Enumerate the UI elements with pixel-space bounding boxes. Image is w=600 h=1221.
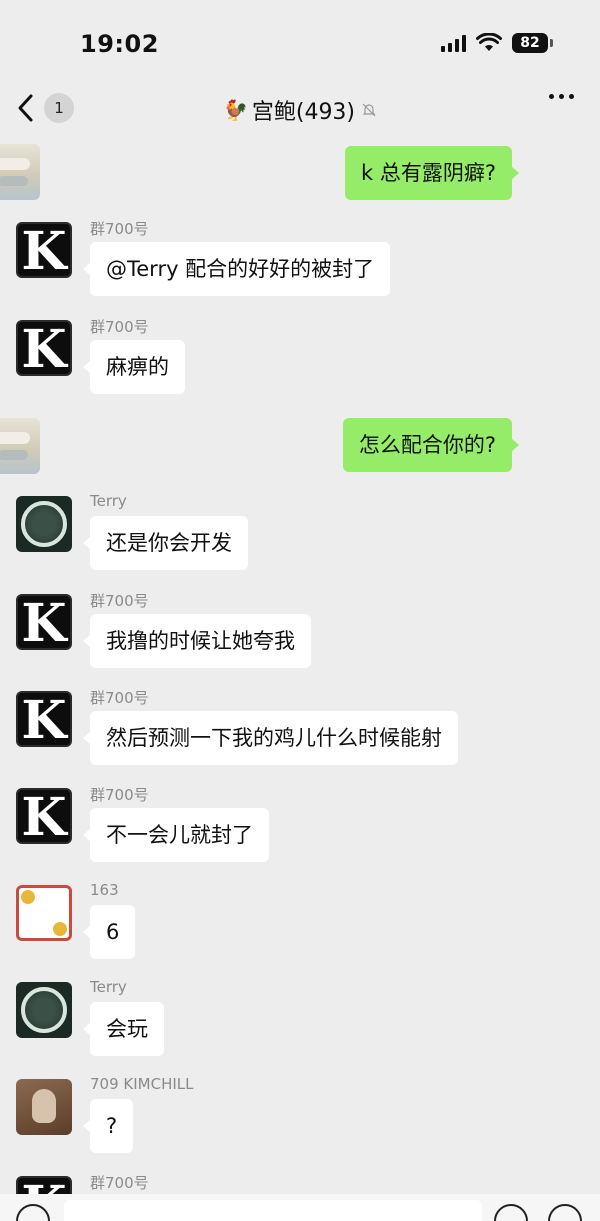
avatar-image [21,501,67,547]
sender-name: 群700号 [90,220,149,238]
avatar[interactable]: K [16,1176,72,1194]
message-bubble[interactable]: 还是你会开发 [83,516,248,570]
message-row: 709 KIMCHILL ? [0,1075,600,1153]
sender-name: 709 KIMCHILL [90,1075,194,1093]
sender-name: Terry [90,492,127,510]
status-bar: 19:02 82 [0,0,600,82]
avatar[interactable]: K [16,222,72,278]
wifi-icon [476,33,502,51]
message-list[interactable]: k 总有露阴癖? K 群700号 @Terry 配合的好好的被封了 K 群700… [0,134,600,1194]
sender-name: 群700号 [90,318,149,336]
avatar[interactable]: K [16,691,72,747]
chat-title-text: 宫鲍(493) [251,100,356,125]
message-bubble[interactable]: 然后预测一下我的鸡儿什么时候能射 [83,711,458,765]
input-bar [0,1194,600,1221]
message-row: 163 6 [0,881,600,959]
avatar[interactable]: K [16,594,72,650]
voice-input-icon[interactable] [16,1204,50,1221]
message-bubble[interactable]: k 总有露阴癖? [345,146,519,200]
message-row: k 总有露阴癖? [0,142,600,200]
status-icons: 82 [441,33,553,53]
message-bubble[interactable]: @Terry 配合的好好的被封了 [82,242,391,296]
message-bubble[interactable]: 会玩 [83,1002,164,1056]
message-bubble[interactable]: 6 [82,905,136,959]
sender-name: 163 [90,881,119,899]
avatar[interactable] [0,418,40,474]
sender-name: 群700号 [90,592,149,610]
avatar[interactable] [16,1079,72,1135]
mute-bell-icon [362,103,376,117]
message-bubble[interactable]: 我撸的时候让她夸我 [83,614,311,668]
avatar[interactable]: K [16,788,72,844]
battery-icon: 82 [512,33,553,53]
message-bubble[interactable]: 不一会儿就封了 [83,808,269,862]
more-dot-icon [559,94,564,99]
plus-icon[interactable] [548,1204,582,1221]
avatar[interactable]: K [16,320,72,376]
message-input[interactable] [64,1200,482,1221]
message-bubble[interactable]: 麻痹的 [83,340,185,394]
avatar[interactable] [16,885,72,941]
more-dot-icon [549,94,554,99]
sender-name: 群700号 [90,1174,149,1192]
cellular-signal-icon [441,34,466,52]
message-bubble[interactable]: ? [82,1099,134,1153]
sender-name: 群700号 [90,786,149,804]
avatar-image [21,987,67,1033]
sender-name: Terry [90,978,127,996]
sender-name: 群700号 [90,689,149,707]
avatar[interactable] [16,982,72,1038]
avatar[interactable] [0,144,40,200]
message-row: 怎么配合你的? [0,416,600,474]
chat-title: 🐓 宫鲍(493) [0,94,600,126]
chat-nav-bar: 1 🐓 宫鲍(493) [0,82,600,134]
message-bubble[interactable]: 怎么配合你的? [342,418,520,472]
avatar[interactable] [16,496,72,552]
more-dot-icon [569,94,574,99]
more-options-button[interactable] [549,94,574,99]
rooster-emoji-icon: 🐓 [222,98,248,122]
status-time: 19:02 [80,30,159,58]
emoji-icon[interactable] [494,1204,528,1221]
